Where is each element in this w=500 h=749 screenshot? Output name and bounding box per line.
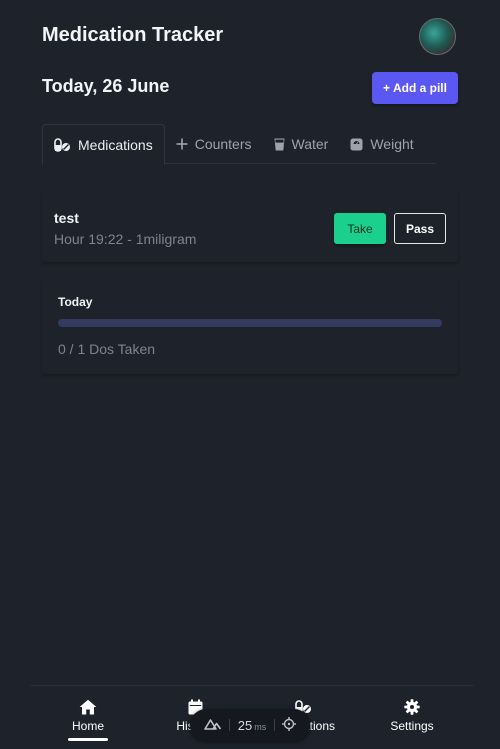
- avatar[interactable]: [419, 18, 456, 55]
- pills-icon: [54, 137, 71, 152]
- divider: [229, 719, 231, 731]
- render-time: 25 ms: [238, 718, 266, 733]
- gear-icon: [404, 698, 420, 716]
- tab-label: Medications: [78, 136, 153, 153]
- progress-text: 0 / 1 Dos Taken: [58, 341, 156, 357]
- nav-label: Settings: [390, 719, 434, 733]
- tab-counters[interactable]: Counters: [165, 124, 263, 164]
- tab-label: Counters: [194, 136, 252, 152]
- app-title: Medication Tracker: [42, 24, 224, 46]
- add-pill-button[interactable]: + Add a pill: [372, 72, 458, 104]
- nav-settings[interactable]: Settings: [367, 698, 457, 733]
- progress-label: Today: [58, 295, 93, 309]
- progress-bar: [58, 319, 442, 327]
- scale-icon: [350, 138, 363, 151]
- medication-details: Hour 19:22 - 1miligram: [54, 231, 197, 247]
- tab-label: Water: [291, 136, 329, 152]
- devtools-pill[interactable]: 25 ms: [190, 709, 310, 741]
- date-title: Today, 26 June: [42, 76, 170, 96]
- render-time-unit: ms: [254, 721, 267, 732]
- take-button[interactable]: Take: [334, 213, 386, 244]
- tab-weight[interactable]: Weight: [339, 124, 424, 164]
- home-icon: [79, 698, 97, 716]
- nav-active-indicator: [68, 738, 108, 741]
- tab-water[interactable]: Water: [263, 124, 340, 164]
- tab-bar: Medications Counters Water Weight: [42, 124, 436, 165]
- plus-icon: [176, 138, 188, 150]
- logo-icon: [203, 718, 222, 733]
- render-time-value: 25: [237, 717, 253, 733]
- pass-button[interactable]: Pass: [394, 213, 446, 244]
- tab-label: Weight: [370, 136, 414, 152]
- glass-icon: [274, 138, 285, 151]
- nav-label: Home: [71, 719, 104, 733]
- crosshair-icon[interactable]: [282, 716, 297, 734]
- nav-home[interactable]: Home: [43, 698, 133, 733]
- medication-name: test: [54, 210, 79, 226]
- divider: [273, 719, 275, 731]
- tab-medications[interactable]: Medications: [42, 124, 165, 165]
- progress-card: Today 0 / 1 Dos Taken: [42, 276, 458, 374]
- medication-card: test Hour 19:22 - 1miligram Take Pass: [42, 192, 458, 262]
